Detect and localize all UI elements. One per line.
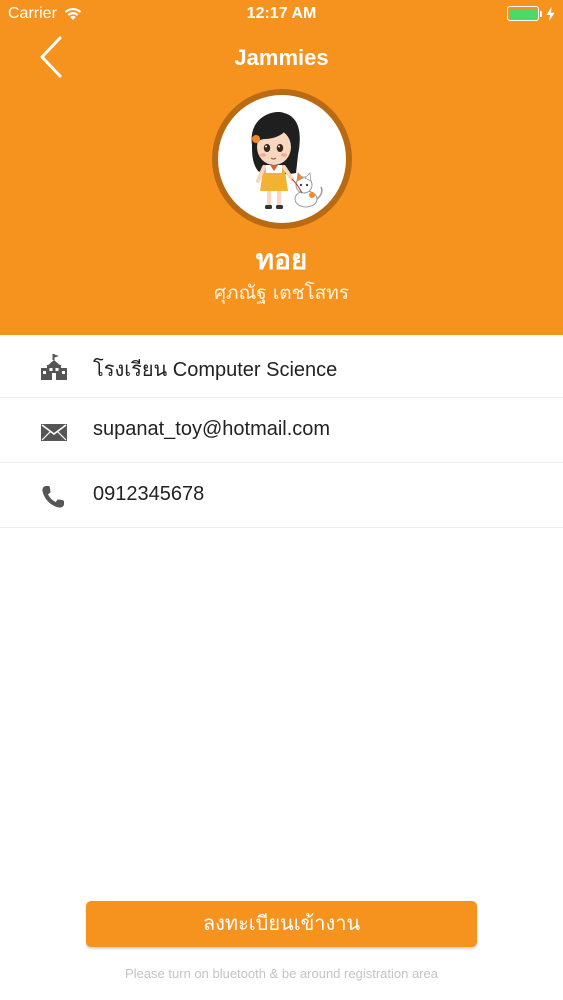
info-row-school: โรงเรียน Computer Science [0, 336, 563, 398]
profile-header: Carrier 12:17 AM Jammies ทอย ศุภณัฐ เตชโ… [0, 0, 563, 335]
battery-level [509, 8, 537, 19]
info-row-email[interactable]: supanat_toy@hotmail.com [0, 401, 563, 463]
profile-nickname: ทอย [255, 243, 308, 276]
status-right [507, 6, 555, 21]
email-text: supanat_toy@hotmail.com [93, 418, 331, 440]
school-building-icon [41, 354, 67, 380]
phone-text: 0912345678 [93, 483, 205, 505]
battery-icon [507, 6, 539, 21]
cartoon-girl-illustration [251, 112, 323, 209]
envelope-icon [41, 424, 67, 441]
school-text: โรงเรียน Computer Science [93, 359, 338, 381]
profile-full-name: ศุภณัฐ เตชโสทร [214, 282, 349, 304]
info-row-phone[interactable]: 0912345678 [0, 466, 563, 528]
status-time: 12:17 AM [246, 5, 317, 22]
page-title: Jammies [234, 45, 329, 70]
register-attendance-button[interactable]: ลงทะเบียนเข้างาน [86, 901, 477, 947]
bluetooth-hint-text: Please turn on bluetooth & be around reg… [125, 966, 438, 981]
avatar [212, 89, 352, 229]
avatar-image [218, 95, 346, 223]
charging-bolt-icon [546, 6, 555, 21]
battery-nub [540, 10, 542, 17]
phone-icon [42, 486, 64, 508]
status-bar: Carrier 12:17 AM [0, 0, 563, 30]
